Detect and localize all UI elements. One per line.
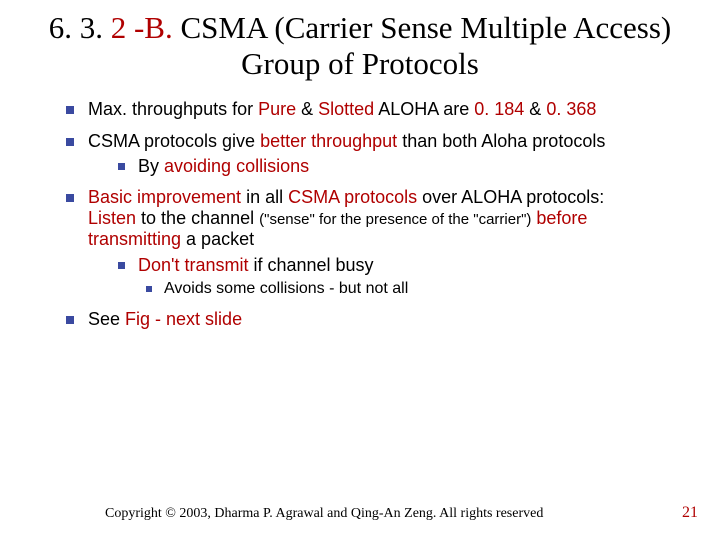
bullet-basic-improvement: Basic improvement in all CSMA protocols … bbox=[62, 187, 680, 299]
text: ALOHA are bbox=[374, 99, 474, 119]
text: & bbox=[524, 99, 546, 119]
better-throughput: better throughput bbox=[260, 131, 397, 151]
text: CSMA protocols give bbox=[88, 131, 260, 151]
bullet-aloha-throughput: Max. throughputs for Pure & Slotted ALOH… bbox=[62, 99, 680, 120]
slide: 6. 3. 2 -B. CSMA (Carrier Sense Multiple… bbox=[0, 0, 720, 540]
text: over ALOHA protocols: bbox=[417, 187, 604, 207]
title-letter: 2 -B. bbox=[111, 10, 173, 45]
sub-bullet-avoid: By avoiding collisions bbox=[116, 156, 680, 177]
title-section-number: 6. 3. bbox=[49, 10, 103, 45]
text: to the channel bbox=[136, 208, 259, 228]
sense-note: ("sense" for the presence of the "carrie… bbox=[259, 211, 531, 228]
sub-sub-bullet-avoids-some: Avoids some collisions - but not all bbox=[144, 280, 680, 299]
text: a packet bbox=[181, 229, 254, 249]
pure: Pure bbox=[258, 99, 296, 119]
bullet-see-fig: See Fig - next slide bbox=[62, 309, 680, 330]
slotted: Slotted bbox=[318, 99, 374, 119]
text: By bbox=[138, 156, 164, 176]
csma-protocols: CSMA protocols bbox=[288, 187, 417, 207]
sub-bullet-dont-transmit: Don't transmit if channel busy bbox=[116, 255, 680, 276]
text: than both Aloha protocols bbox=[397, 131, 605, 151]
text: See bbox=[88, 309, 125, 329]
value-pure: 0. 184 bbox=[474, 99, 524, 119]
page-number: 21 bbox=[682, 504, 698, 522]
footer: Copyright © 2003, Dharma P. Agrawal and … bbox=[0, 500, 720, 522]
text: Avoids some collisions - but not all bbox=[164, 280, 408, 297]
text: in all bbox=[241, 187, 288, 207]
text: if channel busy bbox=[248, 255, 373, 275]
slide-body: Max. throughputs for Pure & Slotted ALOH… bbox=[0, 81, 720, 330]
dont-transmit: Don't transmit bbox=[138, 255, 248, 275]
basic-improvement: Basic improvement bbox=[88, 187, 241, 207]
fig-next-slide: Fig - next slide bbox=[125, 309, 242, 329]
avoiding-collisions: avoiding collisions bbox=[164, 156, 309, 176]
listen: Listen bbox=[88, 208, 136, 228]
text: & bbox=[296, 99, 318, 119]
value-slotted: 0. 368 bbox=[546, 99, 596, 119]
text: Max. throughputs for bbox=[88, 99, 258, 119]
copyright-text: Copyright © 2003, Dharma P. Agrawal and … bbox=[105, 506, 543, 522]
title-text: CSMA (Carrier Sense Multiple Access) Gro… bbox=[173, 10, 672, 81]
slide-title: 6. 3. 2 -B. CSMA (Carrier Sense Multiple… bbox=[0, 0, 720, 81]
bullet-csma-better: CSMA protocols give better throughput th… bbox=[62, 131, 680, 177]
